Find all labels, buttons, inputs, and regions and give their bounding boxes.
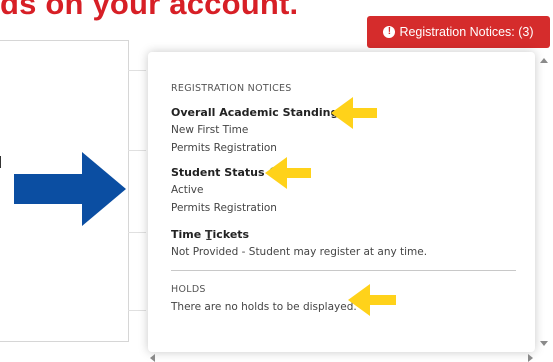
yellow-arrow-annotation — [331, 97, 377, 129]
scroll-down-arrow-icon[interactable] — [540, 341, 548, 346]
yellow-arrow-annotation — [265, 157, 311, 189]
section-divider — [171, 270, 516, 271]
horizontal-scrollbar[interactable] — [148, 352, 535, 362]
registration-notices-button[interactable]: ! Registration Notices: (3) — [367, 16, 550, 48]
student-status-permission: Permits Registration — [171, 202, 277, 214]
background-rule — [128, 310, 146, 311]
academic-standing-value: New First Time — [171, 124, 249, 136]
blue-arrow-annotation — [14, 152, 126, 226]
vertical-scrollbar[interactable] — [536, 52, 553, 352]
registration-notices-title: REGISTRATION NOTICES — [171, 83, 292, 94]
holds-message: There are no holds to be displayed. — [171, 301, 357, 313]
student-status-label: Student Status ✓ — [171, 166, 280, 179]
background-rule — [128, 150, 146, 151]
student-status-value: Active — [171, 184, 204, 196]
scroll-up-arrow-icon[interactable] — [540, 58, 548, 63]
text-cursor-icon: I — [205, 229, 213, 244]
page-headline: ds on your account. — [0, 0, 299, 21]
left-panel-marker — [0, 156, 1, 168]
academic-standing-permission: Permits Registration — [171, 142, 277, 154]
scroll-right-arrow-icon[interactable] — [528, 354, 533, 362]
info-icon: ! — [383, 26, 396, 38]
yellow-arrow-annotation — [348, 284, 396, 316]
background-rule — [128, 232, 146, 233]
scroll-left-arrow-icon[interactable] — [150, 354, 155, 362]
time-tickets-value: Not Provided - Student may register at a… — [171, 246, 428, 258]
holds-title: HOLDS — [171, 284, 206, 295]
registration-notices-label: Registration Notices: (3) — [399, 25, 534, 39]
background-rule — [128, 70, 146, 71]
academic-standing-label: Overall Academic Standing ✓ — [171, 106, 354, 119]
